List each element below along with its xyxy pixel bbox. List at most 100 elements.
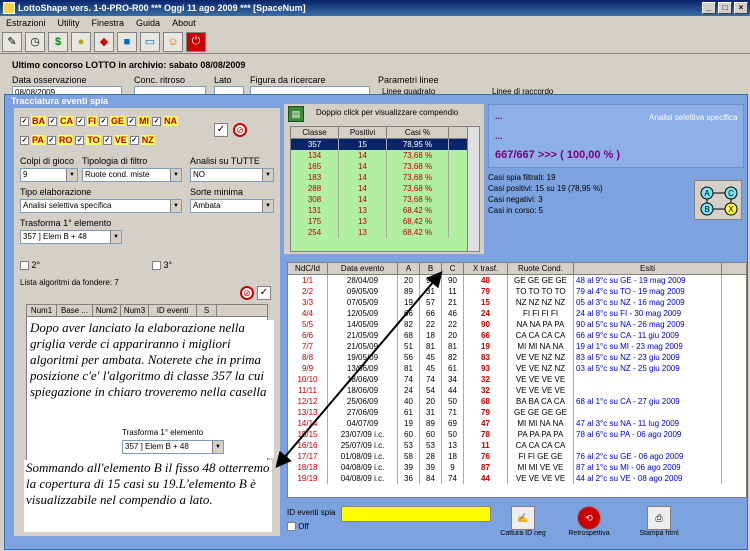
compendio-row[interactable]: 165 14 73,68 % bbox=[291, 161, 479, 172]
table-row[interactable]: 1/1 28/04/09 20 90 90 48 GE GE GE GE 48 al 9°c … bbox=[288, 275, 746, 286]
colpi-select[interactable]: 9 ▼ bbox=[20, 168, 78, 182]
table-row[interactable]: 10/10 18/06/09 74 74 34 32 VE VE VE VE bbox=[288, 374, 746, 385]
table-cell: 28/04/09 bbox=[328, 275, 398, 286]
table-row[interactable]: 19/19 04/08/09 i.c. 36 84 74 44 VE VE VE VE 44 … bbox=[288, 473, 746, 484]
cube-icon[interactable]: ■ bbox=[117, 31, 137, 52]
table-cell: 60 bbox=[420, 429, 442, 440]
menu-guida[interactable]: Guida bbox=[136, 18, 160, 28]
retrospettiva-button[interactable]: ⟲ Retrospettiva bbox=[563, 506, 615, 537]
table-row[interactable]: 12/12 25/06/09 40 20 50 68 BA BA CA CA 68 al 1°… bbox=[288, 396, 746, 407]
menu-about[interactable]: About bbox=[172, 18, 196, 28]
window-icon[interactable]: ▭ bbox=[140, 31, 160, 52]
cb-mi[interactable]: ✓ bbox=[127, 116, 137, 126]
pencil-icon[interactable]: ✎ bbox=[2, 31, 22, 52]
trasforma-select[interactable]: 357 ] Elem B + 48 ▼ bbox=[20, 230, 122, 244]
table-cell: 81 bbox=[420, 341, 442, 352]
compendio-row[interactable]: 134 14 73,68 % bbox=[291, 150, 479, 161]
check-all-button[interactable]: ✓ bbox=[214, 123, 228, 137]
uncheck-all-icon[interactable]: ⊘ bbox=[233, 123, 247, 137]
tipo-select[interactable]: Analisi selettiva specifica ▼ bbox=[20, 199, 182, 213]
close-button[interactable]: × bbox=[734, 2, 748, 14]
id-eventi-label: ID eventi spia bbox=[287, 508, 336, 517]
third-option: 3° bbox=[152, 260, 172, 271]
table-row[interactable]: 4/4 12/05/09 66 66 46 24 FI FI FI FI 24 al 8°c … bbox=[288, 308, 746, 319]
table-row[interactable]: 2/2 09/05/09 89 31 11 79 TO TO TO TO 79 al 4°c … bbox=[288, 286, 746, 297]
minimize-button[interactable]: _ bbox=[702, 2, 716, 14]
compendio-row[interactable]: 288 14 73,68 % bbox=[291, 183, 479, 194]
maximize-button[interactable]: □ bbox=[718, 2, 732, 14]
dollar-icon[interactable]: $ bbox=[48, 31, 68, 52]
cb-ve[interactable]: ✓ bbox=[102, 135, 112, 145]
compendio-row[interactable]: 183 14 73,68 % bbox=[291, 172, 479, 183]
table-cell: 71 bbox=[442, 407, 464, 418]
clock-icon[interactable]: ◷ bbox=[25, 31, 45, 52]
analisi-tutte-select[interactable]: NO ▼ bbox=[190, 168, 274, 182]
eventi-grid[interactable]: NdC/Id Data evento A B C X trasf. Ruote … bbox=[287, 262, 747, 498]
cb-off[interactable] bbox=[287, 522, 296, 532]
cb-ba[interactable]: ✓ bbox=[20, 116, 29, 126]
compendio-row[interactable]: 131 13 68,42 % bbox=[291, 205, 479, 216]
clear-list-icon[interactable]: ⊘ bbox=[240, 286, 254, 300]
cb-fi[interactable]: ✓ bbox=[76, 116, 85, 126]
node-a: A bbox=[704, 189, 710, 198]
menu-finestra[interactable]: Finestra bbox=[92, 18, 125, 28]
compendio-row[interactable]: 254 13 68,42 % bbox=[291, 227, 479, 238]
cattura-button[interactable]: ✍ Cattura ID neg bbox=[497, 506, 549, 537]
table-row[interactable]: 16/16 25/07/09 i.c. 53 53 13 11 CA CA CA CA bbox=[288, 440, 746, 451]
table-cell: 12/12 bbox=[288, 396, 328, 407]
compendio-icon[interactable]: ▤ bbox=[288, 106, 304, 122]
compendio-cell: 254 bbox=[291, 227, 339, 238]
shapes-icon[interactable]: ◆ bbox=[94, 31, 114, 52]
cb-ro[interactable]: ✓ bbox=[46, 135, 56, 145]
table-row[interactable]: 9/9 13/06/09 81 45 61 93 VE VE NZ NZ 03 al 5°c … bbox=[288, 363, 746, 374]
table-cell: 87 bbox=[464, 462, 508, 473]
table-row[interactable]: 18/18 04/08/09 i.c. 39 39 9 87 MI MI VE VE 87 a… bbox=[288, 462, 746, 473]
tipologia-select[interactable]: Ruote cond. miste ▼ bbox=[82, 168, 182, 182]
table-row[interactable]: 3/3 07/05/09 19 57 21 15 NZ NZ NZ NZ 05 al 3°c … bbox=[288, 297, 746, 308]
sorte-select[interactable]: Ambata ▼ bbox=[190, 199, 274, 213]
table-row[interactable]: 13/13 27/06/09 61 31 71 79 GE GE GE GE bbox=[288, 407, 746, 418]
note-trasforma-select: 357 ] Elem B + 48 ▼ bbox=[122, 440, 224, 454]
table-cell: VE VE VE VE bbox=[508, 473, 574, 484]
table-row[interactable]: 17/17 01/08/09 i.c. 58 28 18 76 FI FI GE GE 76 … bbox=[288, 451, 746, 462]
table-row[interactable]: 15/15 23/07/09 i.c. 60 60 50 78 PA PA PA PA 78 … bbox=[288, 429, 746, 440]
table-cell: 19/05/09 bbox=[328, 352, 398, 363]
compendio-cell: 175 bbox=[291, 216, 339, 227]
table-row[interactable]: 14/14 04/07/09 19 89 69 47 MI MI NA NA 47 al 3°… bbox=[288, 418, 746, 429]
table-row[interactable]: 11/11 18/06/09 24 54 44 32 VE VE VE VE bbox=[288, 385, 746, 396]
table-cell: 24 al 8°c su FI - 30 mag 2009 bbox=[574, 308, 722, 319]
table-row[interactable]: 5/5 14/05/09 82 22 22 90 NA NA PA PA 90 al 5°c … bbox=[288, 319, 746, 330]
cb-to[interactable]: ✓ bbox=[75, 135, 85, 145]
compendio-row[interactable]: 175 13 68,42 % bbox=[291, 216, 479, 227]
cb-ge[interactable]: ✓ bbox=[99, 116, 108, 126]
cb-ca[interactable]: ✓ bbox=[48, 116, 57, 126]
bulb-icon[interactable]: ● bbox=[71, 31, 91, 52]
table-row[interactable]: 8/8 19/05/09 56 45 82 83 VE VE NZ NZ 83 al 5°c … bbox=[288, 352, 746, 363]
cb-na[interactable]: ✓ bbox=[152, 116, 162, 126]
ruota-ca: CA bbox=[59, 116, 74, 126]
id-eventi-input[interactable] bbox=[341, 506, 491, 522]
menu-utility[interactable]: Utility bbox=[58, 18, 80, 28]
table-row[interactable]: 6/6 21/05/09 68 18 20 66 CA CA CA CA 66 al 9°c … bbox=[288, 330, 746, 341]
menu-estrazioni[interactable]: Estrazioni bbox=[6, 18, 46, 28]
table-cell: 21/05/09 bbox=[328, 341, 398, 352]
compendio-grid[interactable]: Classe Positivi Casi % 357 15 78,95 % 134 14… bbox=[290, 126, 480, 252]
eventi-header: NdC/Id Data evento A B C X trasf. Ruote … bbox=[288, 263, 746, 275]
cb-third[interactable] bbox=[152, 261, 161, 271]
table-row[interactable]: 7/7 21/05/09 51 81 81 19 MI MI NA NA 19 al 1°c … bbox=[288, 341, 746, 352]
people-icon[interactable]: ☺ bbox=[163, 31, 183, 52]
cb-nz[interactable]: ✓ bbox=[129, 135, 139, 145]
confirm-list-button[interactable]: ✓ bbox=[257, 286, 271, 300]
table-cell: 47 bbox=[464, 418, 508, 429]
compendio-row[interactable]: 308 14 73,68 % bbox=[291, 194, 479, 205]
cb-pa[interactable]: ✓ bbox=[20, 135, 29, 145]
cb-second[interactable] bbox=[20, 261, 29, 271]
compendio-row[interactable]: 357 15 78,95 % bbox=[291, 139, 479, 150]
compendio-hint: Doppio click per visualizzare compendio bbox=[316, 108, 459, 117]
compendio-scrollbar[interactable] bbox=[467, 127, 479, 251]
toolbar: ✎ ◷ $ ● ◆ ■ ▭ ☺ ⏻ bbox=[0, 30, 750, 54]
power-icon[interactable]: ⏻ bbox=[186, 31, 206, 52]
stampa-button[interactable]: ⎙ Stampa html bbox=[633, 506, 685, 537]
table-cell: 39 bbox=[420, 462, 442, 473]
table-cell: 53 bbox=[420, 440, 442, 451]
